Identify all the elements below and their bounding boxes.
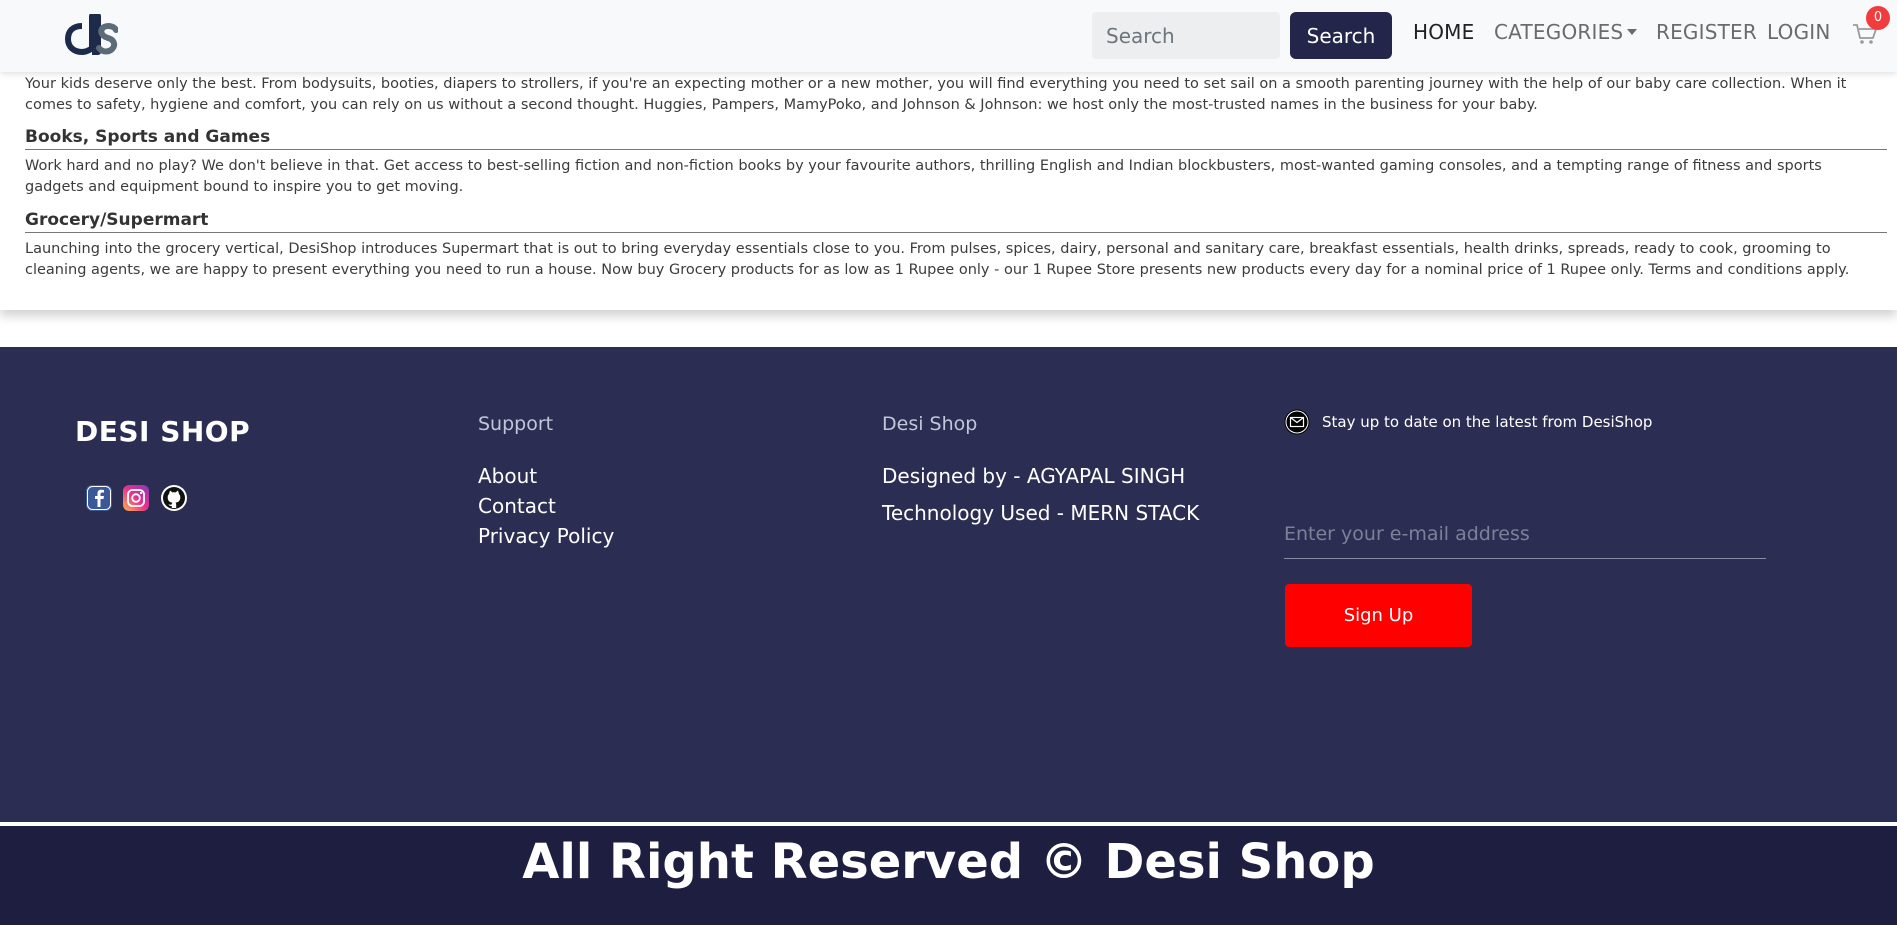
privacy-policy-link[interactable]: Privacy Policy [478,524,614,548]
newsletter-text: Stay up to date on the latest from DesiS… [1322,413,1653,431]
search-input[interactable] [1092,12,1280,59]
nav-categories-dropdown[interactable]: CATEGORIES [1494,20,1638,44]
ds-logo-icon[interactable] [64,14,118,56]
grocery-paragraph: Launching into the grocery vertical, Des… [25,241,1850,278]
footer-brand: DESI SHOP [75,415,251,448]
contact-link[interactable]: Contact [478,494,556,518]
sign-up-button[interactable]: Sign Up [1285,584,1472,647]
books-sports-games-heading: Books, Sports and Games [25,127,1887,150]
navbar: Search HOME CATEGORIES REGISTER LOGIN 0 [0,0,1897,72]
category-description-section: Your kids deserve only the best. From bo… [0,72,1897,310]
technology-text: Technology Used - MERN STACK [882,501,1200,525]
caret-down-icon [1627,28,1638,35]
search-button[interactable]: Search [1290,12,1392,59]
about-link[interactable]: About [478,464,537,488]
grocery-heading: Grocery/Supermart [25,210,1887,233]
nav-register-link[interactable]: REGISTER [1656,20,1757,44]
copyright-text: All Right Reserved © Desi Shop [522,834,1375,890]
baby-care-paragraph: Your kids deserve only the best. From bo… [25,76,1847,113]
facebook-icon[interactable] [86,485,112,511]
email-input[interactable] [1284,510,1766,559]
cart-count-badge: 0 [1866,6,1890,30]
nav-login-link[interactable]: LOGIN [1767,20,1831,44]
books-paragraph: Work hard and no play? We don't believe … [25,158,1822,195]
mail-icon [1284,409,1310,435]
designed-by-text: Designed by - AGYAPAL SINGH [882,464,1186,488]
nav-home-link[interactable]: HOME [1413,20,1474,44]
instagram-icon[interactable] [123,485,149,511]
desi-shop-title: Desi Shop [882,413,978,435]
nav-categories-label: CATEGORIES [1494,20,1624,44]
github-icon[interactable] [161,485,187,511]
support-title: Support [478,413,554,435]
